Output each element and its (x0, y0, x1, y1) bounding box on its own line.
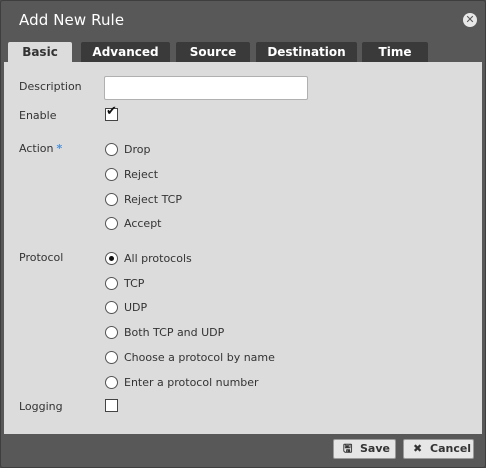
radio-label: Reject TCP (124, 193, 182, 206)
tab-basic[interactable]: Basic (8, 42, 72, 63)
radio-label: UDP (124, 301, 148, 314)
basic-tab-panel: Description Enable ✔ Action * Drop Reject… (4, 62, 482, 434)
radio-label: All protocols (124, 252, 192, 265)
radio-button[interactable] (105, 143, 118, 156)
cancel-button-label: Cancel (430, 442, 472, 455)
radio-button[interactable] (105, 277, 118, 290)
radio-label: Accept (124, 217, 162, 230)
protocol-label: Protocol (19, 251, 64, 264)
dialog-title: Add New Rule (19, 11, 125, 29)
enable-label: Enable (19, 109, 57, 122)
enable-checkbox[interactable]: ✔ (105, 104, 118, 121)
save-button-label: Save (360, 442, 390, 455)
radio-button[interactable] (105, 217, 118, 230)
radio-label: Enter a protocol number (124, 376, 259, 389)
logging-label: Logging (19, 400, 63, 413)
radio-button[interactable] (105, 168, 118, 181)
add-rule-dialog: Add New Rule ✕ Basic Advanced Source Des… (0, 0, 486, 468)
radio-button-selected[interactable] (105, 252, 118, 265)
save-button[interactable]: 🖫 Save (333, 439, 396, 459)
floppy-icon: 🖫 (343, 442, 353, 455)
close-icon[interactable]: ✕ (463, 13, 477, 27)
dialog-footer: 🖫 Save ✖ Cancel (1, 434, 485, 467)
required-asterisk: * (56, 142, 63, 155)
radio-button[interactable] (105, 376, 118, 389)
radio-button[interactable] (105, 326, 118, 339)
x-icon: ✖ (413, 442, 423, 455)
radio-label: Choose a protocol by name (124, 351, 275, 364)
radio-label: Both TCP and UDP (124, 326, 225, 339)
tab-time[interactable]: Time (362, 42, 428, 62)
description-label: Description (19, 80, 82, 93)
radio-button[interactable] (105, 351, 118, 364)
tab-source[interactable]: Source (176, 42, 250, 62)
radio-button[interactable] (105, 193, 118, 206)
tab-destination[interactable]: Destination (256, 42, 357, 62)
tab-bar: Basic Advanced Source Destination Time (1, 42, 485, 63)
radio-dot-icon (109, 256, 114, 261)
checkmark-icon: ✔ (106, 104, 117, 119)
dialog-titlebar: Add New Rule ✕ (1, 1, 485, 39)
action-label: Action * (19, 142, 62, 155)
radio-label: Reject (124, 168, 159, 181)
radio-button[interactable] (105, 301, 118, 314)
action-label-text: Action (19, 142, 54, 155)
logging-checkbox[interactable] (105, 399, 118, 412)
radio-label: Drop (124, 143, 151, 156)
radio-label: TCP (124, 277, 145, 290)
tab-advanced[interactable]: Advanced (81, 42, 170, 62)
cancel-button[interactable]: ✖ Cancel (403, 439, 474, 459)
description-input[interactable] (104, 76, 308, 100)
